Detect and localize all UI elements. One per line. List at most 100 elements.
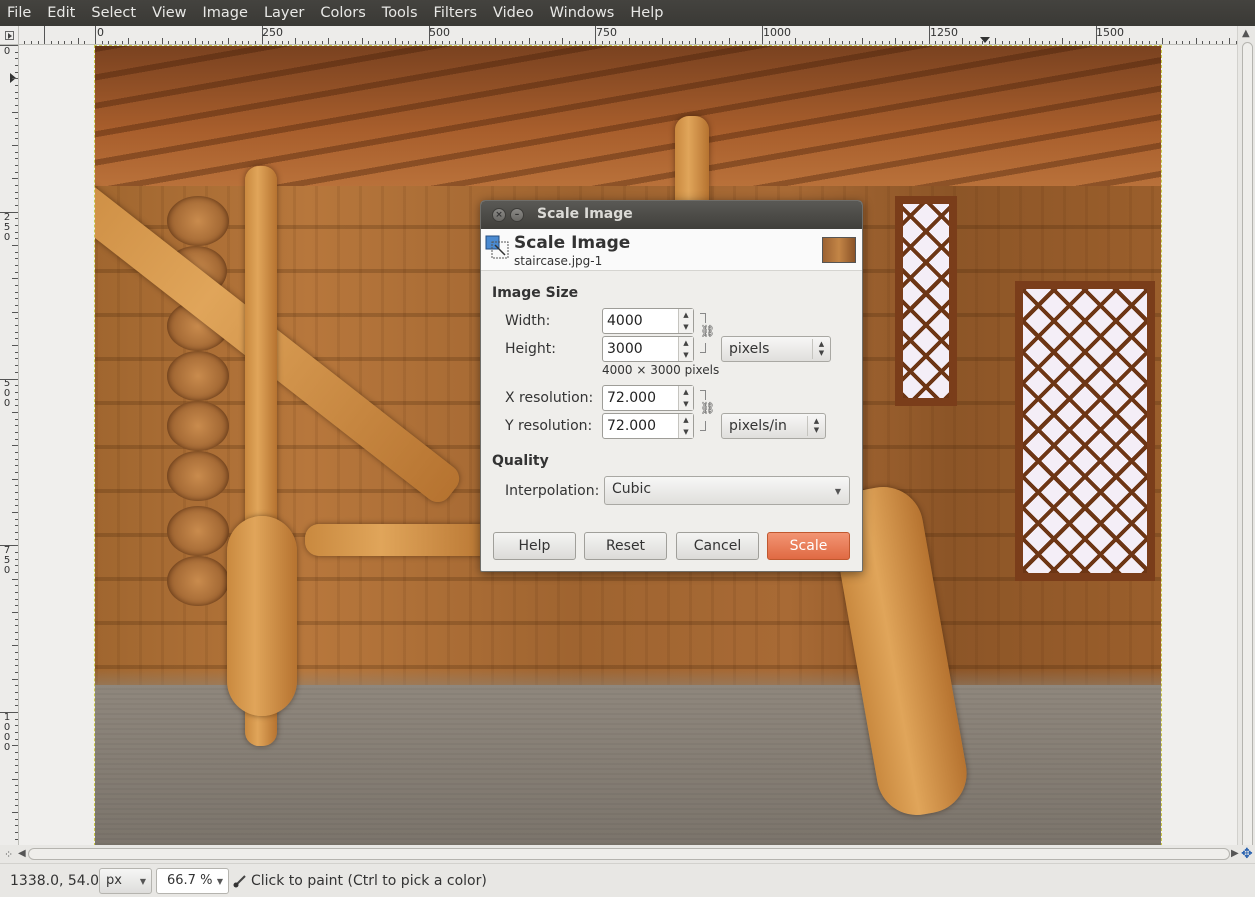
ruler-label-digits: 500: [3, 378, 11, 409]
dialog-header: Scale Image staircase.jpg-1: [481, 229, 862, 271]
ruler-tick: [15, 705, 18, 707]
chain-link-icon[interactable]: ⛓: [700, 401, 715, 415]
ruler-tick: [1228, 38, 1230, 44]
size-unit-select[interactable]: pixels ▲ ▼: [721, 336, 831, 362]
ruler-tick: [15, 718, 18, 720]
menu-filters[interactable]: Filters: [426, 0, 485, 26]
reset-button[interactable]: Reset: [584, 532, 667, 560]
vertical-ruler[interactable]: 0 250 500 750 1000: [0, 45, 19, 845]
menu-view[interactable]: View: [144, 0, 194, 26]
dialog-titlebar[interactable]: × – Scale Image: [481, 201, 862, 229]
ruler-tick: [241, 41, 243, 44]
menu-layer[interactable]: Layer: [256, 0, 312, 26]
ruler-tick: [1188, 41, 1190, 44]
height-spin-buttons[interactable]: ▲ ▼: [678, 337, 693, 361]
menu-windows[interactable]: Windows: [542, 0, 623, 26]
ruler-tick: [235, 41, 237, 44]
ruler-tick: [782, 41, 783, 44]
menu-image[interactable]: Image: [195, 0, 256, 26]
ruler-tick: [24, 41, 26, 44]
help-button[interactable]: Help: [493, 532, 576, 560]
horizontal-scroll-thumb[interactable]: [28, 848, 1230, 860]
ruler-tick: [15, 551, 18, 553]
resolution-unit-select[interactable]: pixels/in ▲ ▼: [721, 413, 826, 439]
width-input[interactable]: 4000 ▲ ▼: [602, 308, 694, 334]
close-icon[interactable]: ×: [492, 208, 506, 222]
scale-button[interactable]: Scale: [767, 532, 850, 560]
chevron-up-down-icon: ▲ ▼: [807, 416, 825, 436]
ruler-tick: [441, 41, 443, 44]
ruler-tick: [635, 41, 637, 44]
ruler-tick: [995, 38, 997, 44]
menu-video[interactable]: Video: [485, 0, 542, 26]
scroll-left-icon[interactable]: ◀: [18, 848, 26, 859]
height-value: 3000: [607, 341, 643, 357]
ruler-tick: [1155, 41, 1157, 44]
scroll-right-icon[interactable]: ▶: [1231, 848, 1239, 859]
ruler-tick: [361, 38, 363, 44]
zoom-selector[interactable]: 66.7 % ▼: [156, 868, 229, 894]
y-resolution-spin-buttons[interactable]: ▲ ▼: [678, 414, 693, 438]
ruler-tick: [15, 591, 18, 593]
scroll-up-icon[interactable]: ▲: [1242, 28, 1250, 39]
ruler-tick: [275, 41, 277, 44]
interpolation-select[interactable]: Cubic ▼: [604, 476, 850, 505]
ruler-tick: [108, 41, 110, 44]
photo-log: [167, 196, 229, 246]
ruler-tick: [15, 558, 18, 560]
ruler-tick: [141, 41, 143, 44]
chain-link-icon[interactable]: ⛓: [700, 324, 715, 338]
unit-selector[interactable]: px ▼: [99, 868, 152, 894]
menu-select[interactable]: Select: [83, 0, 144, 26]
height-input[interactable]: 3000 ▲ ▼: [602, 336, 694, 362]
ruler-tick: [15, 671, 18, 673]
ruler-tick: [15, 531, 18, 533]
ruler-tick: [15, 185, 18, 187]
ruler-tick: [15, 365, 18, 367]
ruler-tick: [15, 291, 18, 293]
ruler-tick: [341, 41, 343, 44]
x-resolution-input[interactable]: 72.000 ▲ ▼: [602, 385, 694, 411]
ruler-tick: [1122, 41, 1124, 44]
ruler-tick: [1115, 41, 1117, 44]
ruler-tick: [15, 825, 18, 827]
menu-file[interactable]: File: [0, 0, 39, 26]
quick-mask-icon[interactable]: ⁘: [4, 848, 13, 861]
horizontal-ruler[interactable]: 0 250 500 750 1000 1250 1500: [19, 26, 1237, 45]
menu-tools[interactable]: Tools: [374, 0, 426, 26]
ruler-tick: [168, 41, 170, 44]
ruler-tick: [708, 41, 710, 44]
ruler-tick: [15, 818, 18, 820]
y-resolution-value: 72.000: [607, 418, 656, 434]
chevron-down-icon[interactable]: ▼: [217, 877, 223, 886]
ruler-tick: [1002, 41, 1004, 44]
menu-edit[interactable]: Edit: [39, 0, 83, 26]
ruler-tick: [415, 41, 417, 44]
horizontal-scrollbar[interactable]: ⁘ ◀ ▶ ✥: [0, 845, 1255, 863]
ruler-tick: [888, 41, 890, 44]
ruler-tick: [15, 738, 18, 740]
vertical-scroll-thumb[interactable]: [1242, 42, 1253, 860]
x-resolution-spin-buttons[interactable]: ▲ ▼: [678, 386, 693, 410]
ruler-tick: [15, 225, 18, 227]
ruler-tick: [868, 41, 870, 44]
vertical-scrollbar[interactable]: ▲: [1237, 26, 1255, 860]
ruler-tick: [308, 41, 310, 44]
minimize-icon[interactable]: –: [510, 208, 524, 222]
ruler-tick: [15, 691, 18, 693]
ruler-tick: [15, 238, 18, 240]
width-spin-buttons[interactable]: ▲ ▼: [678, 309, 693, 333]
menu-colors[interactable]: Colors: [312, 0, 373, 26]
ruler-tick: [15, 385, 18, 387]
x-resolution-label: X resolution:: [505, 390, 594, 406]
navigate-icon[interactable]: ✥: [1241, 846, 1253, 862]
ruler-tick: [15, 651, 18, 653]
cancel-button[interactable]: Cancel: [676, 532, 759, 560]
ruler-tick: [348, 41, 350, 44]
ruler-corner-menu-button[interactable]: [0, 26, 19, 45]
ruler-label: 1000: [3, 713, 11, 753]
ruler-tick: [848, 41, 850, 44]
y-resolution-input[interactable]: 72.000 ▲ ▼: [602, 413, 694, 439]
ruler-tick: [561, 38, 563, 44]
menu-help[interactable]: Help: [622, 0, 671, 26]
